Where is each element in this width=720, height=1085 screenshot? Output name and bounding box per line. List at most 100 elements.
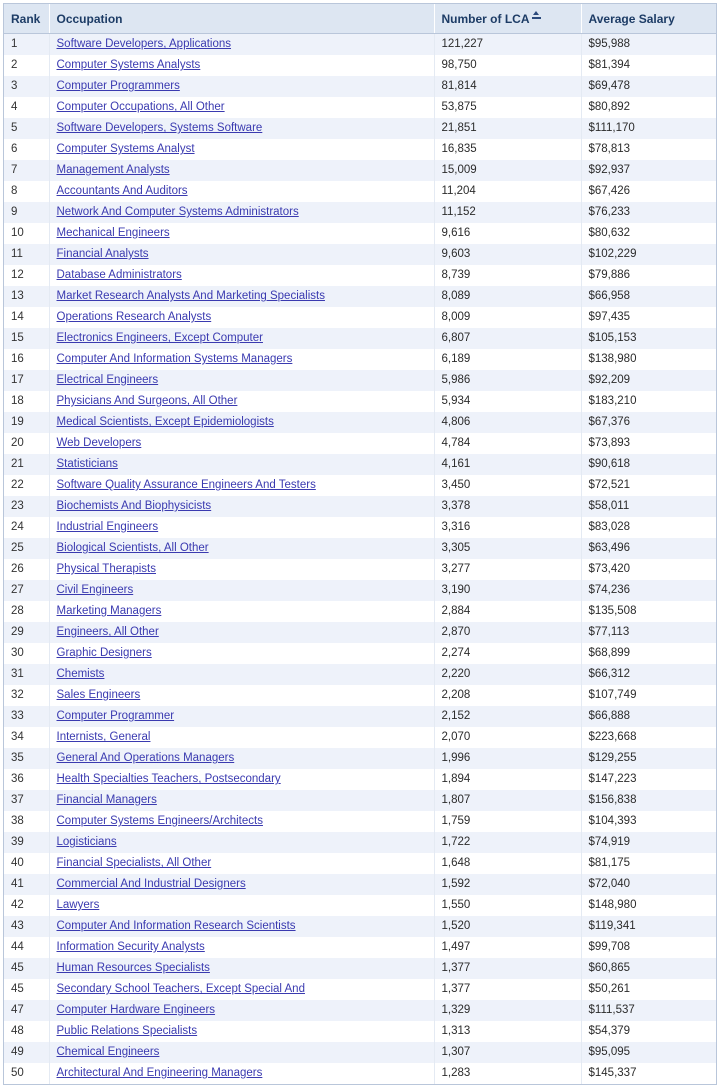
- cell-number-of-lca: 1,759: [434, 811, 582, 832]
- occupation-link[interactable]: Mechanical Engineers: [57, 227, 170, 239]
- occupation-link[interactable]: Engineers, All Other: [57, 626, 159, 638]
- occupation-link[interactable]: Public Relations Specialists: [57, 1025, 198, 1037]
- occupation-link[interactable]: Market Research Analysts And Marketing S…: [57, 290, 325, 302]
- table-row: 26 Physical Therapists 3,277 $73,420: [4, 559, 716, 580]
- column-header-number-of-lca[interactable]: Number of LCA: [434, 4, 582, 34]
- column-header-rank[interactable]: Rank: [4, 4, 50, 34]
- occupation-link[interactable]: Secondary School Teachers, Except Specia…: [57, 983, 305, 995]
- occupation-link[interactable]: Management Analysts: [57, 164, 170, 176]
- cell-average-salary: $80,892: [588, 101, 631, 113]
- cell-number-of-lca: 9,616: [434, 223, 582, 244]
- cell-rank: 30: [4, 643, 50, 664]
- cell-average-salary: $111,170: [588, 122, 635, 134]
- cell-rank: 44: [4, 937, 50, 958]
- cell-average-salary: $92,209: [588, 374, 631, 386]
- cell-rank: 3: [4, 76, 50, 97]
- occupation-link[interactable]: Software Developers, Systems Software: [57, 122, 263, 134]
- occupation-link[interactable]: Human Resources Specialists: [57, 962, 210, 974]
- sort-ascending-icon[interactable]: [531, 11, 541, 21]
- cell-rank: 21: [4, 454, 50, 475]
- occupation-link[interactable]: Civil Engineers: [57, 584, 134, 596]
- occupation-link[interactable]: Internists, General: [57, 731, 151, 743]
- column-header-occupation[interactable]: Occupation: [49, 4, 435, 34]
- cell-occupation: Computer And Information Systems Manager…: [49, 349, 435, 370]
- cell-rank: 32: [4, 685, 50, 706]
- column-header-average-salary[interactable]: Average Salary: [581, 4, 716, 34]
- cell-rank: 50: [4, 1063, 50, 1084]
- table-row: 37 Financial Managers 1,807 $156,838: [4, 790, 716, 811]
- occupation-link[interactable]: Biochemists And Biophysicists: [57, 500, 212, 512]
- occupation-link[interactable]: Lawyers: [57, 899, 100, 911]
- occupation-link[interactable]: Accountants And Auditors: [57, 185, 188, 197]
- occupation-link[interactable]: Computer Systems Analysts: [57, 59, 201, 71]
- occupation-link[interactable]: Computer And Information Research Scient…: [57, 920, 296, 932]
- cell-average-salary: $67,426: [588, 185, 631, 197]
- occupation-link[interactable]: Computer Systems Engineers/Architects: [57, 815, 263, 827]
- occupation-link[interactable]: Marketing Managers: [57, 605, 162, 617]
- occupation-link[interactable]: Computer Occupations, All Other: [57, 101, 225, 113]
- occupation-link[interactable]: Graphic Designers: [57, 647, 152, 659]
- occupation-link[interactable]: Architectural And Engineering Managers: [57, 1067, 263, 1079]
- occupation-link[interactable]: General And Operations Managers: [57, 752, 235, 764]
- cell-occupation: Database Administrators: [49, 265, 435, 286]
- occupation-link[interactable]: Software Developers, Applications: [57, 38, 232, 50]
- occupation-link[interactable]: Electronics Engineers, Except Computer: [57, 332, 263, 344]
- occupation-link[interactable]: Chemists: [57, 668, 105, 680]
- occupation-link[interactable]: Network And Computer Systems Administrat…: [57, 206, 299, 218]
- occupation-link[interactable]: Operations Research Analysts: [57, 311, 212, 323]
- cell-average-salary: $83,028: [588, 521, 631, 533]
- cell-average-salary: $107,749: [588, 689, 637, 701]
- occupation-link[interactable]: Commercial And Industrial Designers: [57, 878, 246, 890]
- table-row: 10 Mechanical Engineers 9,616 $80,632: [4, 223, 716, 244]
- table-row: 3 Computer Programmers 81,814 $69,478: [4, 76, 716, 97]
- cell-number-of-lca: 1,283: [434, 1063, 582, 1084]
- occupation-link[interactable]: Software Quality Assurance Engineers And…: [57, 479, 316, 491]
- occupation-link[interactable]: Industrial Engineers: [57, 521, 159, 533]
- cell-rank: 47: [4, 1000, 50, 1021]
- occupation-link[interactable]: Computer Systems Analyst: [57, 143, 195, 155]
- cell-occupation: Human Resources Specialists: [49, 958, 435, 979]
- cell-average-salary: $81,175: [588, 857, 631, 869]
- cell-rank: 33: [4, 706, 50, 727]
- occupation-link[interactable]: Biological Scientists, All Other: [57, 542, 209, 554]
- occupation-link[interactable]: Financial Analysts: [57, 248, 149, 260]
- cell-number-of-lca: 2,870: [434, 622, 582, 643]
- occupation-link[interactable]: Computer And Information Systems Manager…: [57, 353, 293, 365]
- occupation-link[interactable]: Statisticians: [57, 458, 118, 470]
- occupation-link[interactable]: Chemical Engineers: [57, 1046, 160, 1058]
- occupation-link[interactable]: Health Specialties Teachers, Postseconda…: [57, 773, 281, 785]
- table-header: Rank Occupation Number of LCA Average Sa…: [4, 4, 716, 34]
- occupation-link[interactable]: Computer Programmer: [57, 710, 175, 722]
- occupation-link[interactable]: Electrical Engineers: [57, 374, 159, 386]
- occupation-link[interactable]: Information Security Analysts: [57, 941, 205, 953]
- cell-rank: 41: [4, 874, 50, 895]
- table-row: 38 Computer Systems Engineers/Architects 1…: [4, 811, 716, 832]
- occupation-link[interactable]: Database Administrators: [57, 269, 182, 281]
- cell-average-salary: $97,435: [588, 311, 631, 323]
- table-row: 35 General And Operations Managers 1,996 $1…: [4, 748, 716, 769]
- cell-rank: 8: [4, 181, 50, 202]
- occupation-link[interactable]: Financial Managers: [57, 794, 157, 806]
- cell-occupation: Lawyers: [49, 895, 435, 916]
- table-row: 27 Civil Engineers 3,190 $74,236: [4, 580, 716, 601]
- cell-rank: 12: [4, 265, 50, 286]
- cell-rank: 10: [4, 223, 50, 244]
- cell-occupation: Chemical Engineers: [49, 1042, 435, 1063]
- occupation-link[interactable]: Physicians And Surgeons, All Other: [57, 395, 238, 407]
- occupation-link[interactable]: Financial Specialists, All Other: [57, 857, 212, 869]
- occupation-link[interactable]: Medical Scientists, Except Epidemiologis…: [57, 416, 274, 428]
- cell-number-of-lca: 1,313: [434, 1021, 582, 1042]
- cell-average-salary: $54,379: [588, 1025, 631, 1037]
- occupation-link[interactable]: Physical Therapists: [57, 563, 157, 575]
- occupation-link[interactable]: Computer Programmers: [57, 80, 180, 92]
- occupation-link[interactable]: Computer Hardware Engineers: [57, 1004, 216, 1016]
- cell-rank: 16: [4, 349, 50, 370]
- occupation-link[interactable]: Web Developers: [57, 437, 142, 449]
- cell-occupation: Information Security Analysts: [49, 937, 435, 958]
- cell-average-salary: $66,312: [588, 668, 631, 680]
- table-row: 42 Lawyers 1,550 $148,980: [4, 895, 716, 916]
- occupation-link[interactable]: Logisticians: [57, 836, 117, 848]
- occupation-link[interactable]: Sales Engineers: [57, 689, 141, 701]
- cell-rank: 26: [4, 559, 50, 580]
- cell-occupation: Architectural And Engineering Managers: [49, 1063, 435, 1084]
